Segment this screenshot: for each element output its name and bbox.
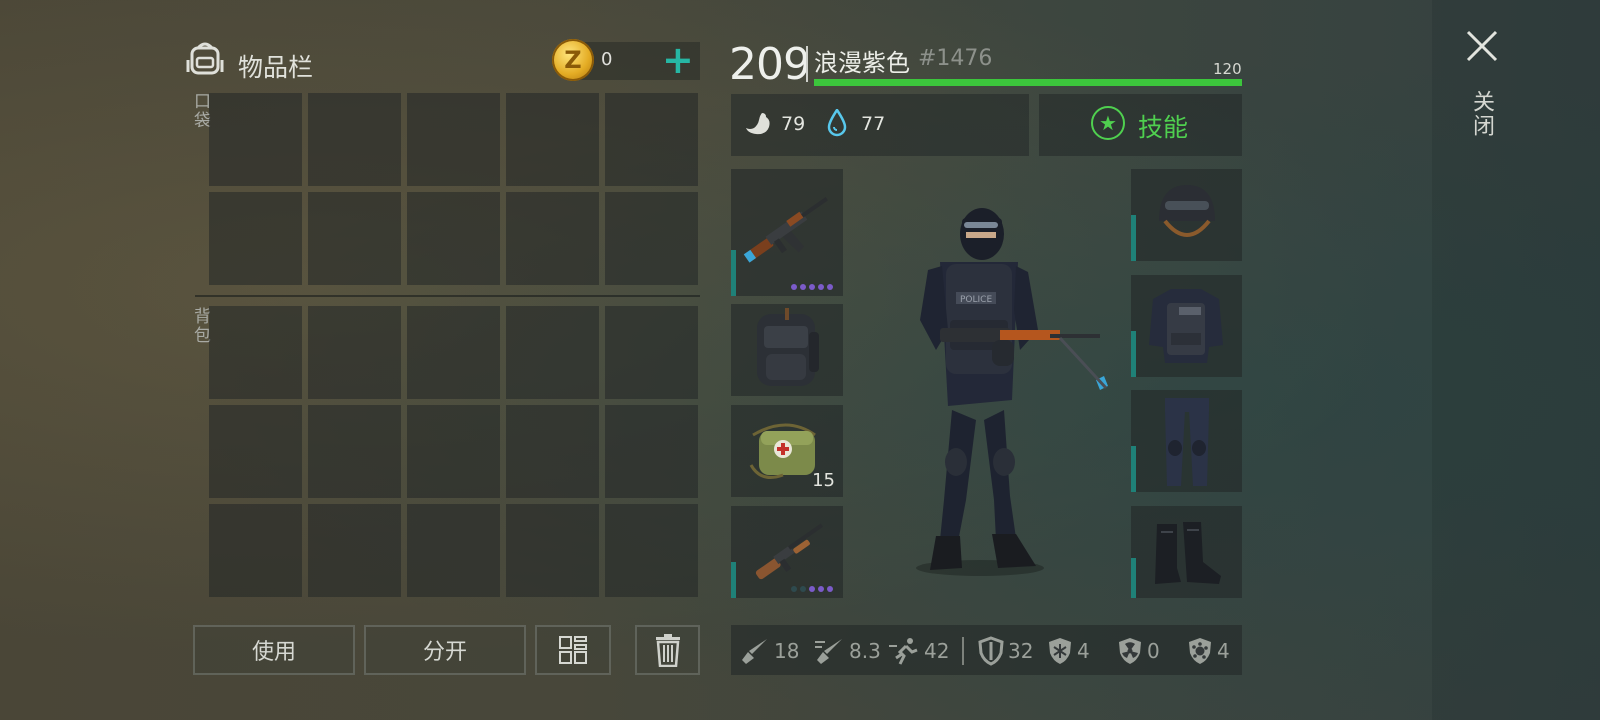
backpack-slot[interactable] [308,504,401,597]
backpack-slot[interactable] [209,504,302,597]
player-name: 浪漫紫色 [814,49,910,77]
backpack-slot[interactable] [731,304,843,396]
stat-movement-speed: 42 [888,636,949,666]
combat-boots-icon [1155,522,1221,584]
inventory-title: 物品栏 [238,53,314,82]
pocket-slot[interactable] [209,192,302,285]
body-armor-slot[interactable] [1131,275,1242,377]
stats-divider [962,637,964,665]
pocket-slot[interactable] [506,192,599,285]
backpack-grid [209,306,698,597]
helmet-icon [1159,185,1215,237]
backpack-slot[interactable] [308,405,401,498]
sort-grid-icon [559,636,587,664]
coin-icon: Z [552,39,594,81]
pocket-slot[interactable] [605,192,698,285]
player-id: #1476 [918,46,993,71]
skills-label: 技能 [1138,113,1189,142]
stat-value: 0 [1147,639,1160,663]
backpack-slot[interactable] [506,306,599,399]
assault-rifle-icon [743,197,828,263]
rarity-dots [791,284,833,290]
stat-radiation-resistance: 0 [1117,636,1160,666]
attack-speed-icon [815,639,842,664]
helmet-slot[interactable] [1131,169,1242,261]
backpack-slot[interactable] [209,306,302,399]
backpack-slot[interactable] [605,405,698,498]
use-button[interactable]: 使用 [193,625,355,675]
stat-value: 42 [924,639,950,663]
stat-value: 8.3 [849,639,881,663]
sort-button[interactable] [535,625,611,675]
tactical-backpack-icon [757,308,819,386]
pocket-slot[interactable] [209,93,302,186]
add-coins-button[interactable]: + [662,40,694,80]
stat-value: 4 [1077,639,1090,663]
section-divider [195,295,700,297]
coin-count: 0 [601,49,613,70]
pocket-slot[interactable] [605,93,698,186]
stomach-icon [746,113,770,135]
rarity-dots [791,586,833,592]
star-icon: ★ [1091,106,1125,140]
stat-attack-speed: 8.3 [813,636,881,666]
stat-value: 18 [774,639,800,663]
backpack-slot[interactable] [407,504,500,597]
hunger-value: 79 [781,113,806,135]
health-bar [814,79,1242,86]
backpack-icon [186,42,224,75]
boots-slot[interactable] [1131,506,1242,598]
cold-resistance-icon [1049,638,1071,664]
backpack-slot[interactable] [209,405,302,498]
stat-cold-resistance: 4 [1047,636,1090,666]
split-button-label: 分开 [422,640,467,665]
health-value: 120 [1213,60,1242,78]
melee-damage-icon [742,639,767,664]
pocket-grid [209,93,698,285]
police-vest-icon [1149,289,1223,363]
pocket-slot[interactable] [407,192,500,285]
tactical-pants-icon [1165,398,1209,486]
backpack-slot[interactable] [407,405,500,498]
right-side-strip [1432,0,1600,720]
medkit-count: 15 [812,470,835,491]
backpack-slot[interactable] [308,306,401,399]
pocket-slot[interactable] [308,192,401,285]
pocket-slot[interactable] [407,93,500,186]
backpack-slot[interactable] [605,306,698,399]
health-bar-fill [814,79,1242,86]
split-button[interactable]: 分开 [364,625,526,675]
medkit-slot[interactable]: 15 [731,405,843,497]
shotgun-icon [755,523,824,580]
pocket-slot[interactable] [506,93,599,186]
water-drop-icon [827,109,847,137]
infection-resistance-icon [1189,638,1211,664]
radiation-resistance-icon [1119,638,1141,664]
close-icon[interactable] [1464,28,1500,64]
use-button-label: 使用 [251,640,296,665]
delete-button[interactable] [635,625,700,675]
primary-weapon-slot[interactable] [731,169,843,296]
pocket-slot[interactable] [308,93,401,186]
stat-melee-damage: 18 [740,636,799,666]
secondary-weapon-slot[interactable] [731,506,843,598]
backpack-slot[interactable] [407,306,500,399]
movement-speed-icon [889,638,918,665]
stat-infection-resistance: 4 [1187,636,1230,666]
character-model: POLICE [916,208,1108,576]
backpack-slot[interactable] [506,405,599,498]
backpack-slot[interactable] [506,504,599,597]
name-separator [806,46,808,82]
stat-value: 32 [1008,639,1034,663]
close-button-label[interactable]: 关闭 [1465,90,1497,138]
armor-icon [978,636,1004,666]
player-level: 209 [729,39,811,90]
svg-text:POLICE: POLICE [960,295,992,305]
pants-slot[interactable] [1131,390,1242,492]
thirst-value: 77 [861,113,886,135]
trash-icon [655,634,680,667]
stat-value: 4 [1217,639,1230,663]
backpack-slot[interactable] [605,504,698,597]
stat-armor: 32 [978,636,1033,666]
